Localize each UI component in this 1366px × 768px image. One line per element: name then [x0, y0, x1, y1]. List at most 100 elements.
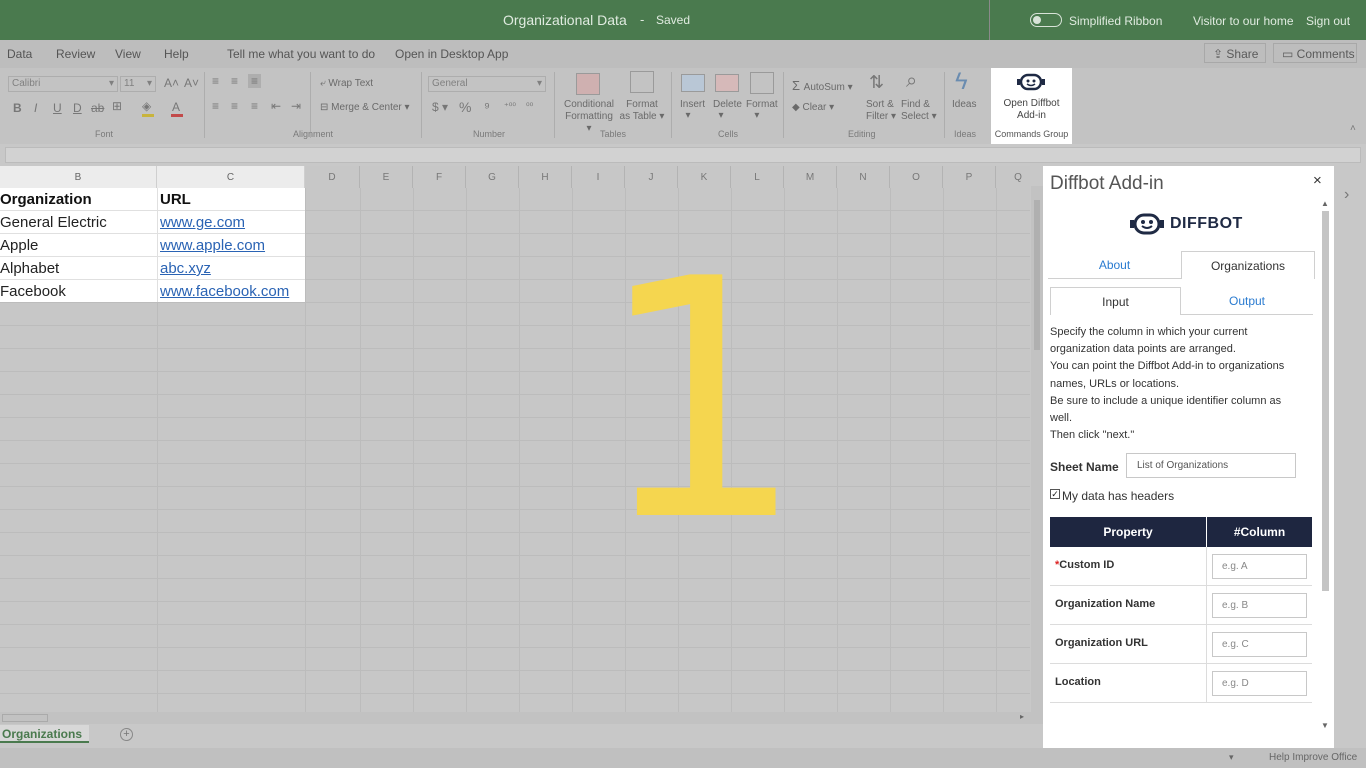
align-center-icon[interactable]: ≡ [231, 99, 238, 113]
org-cell[interactable]: Alphabet [0, 257, 59, 280]
header-cell-url[interactable]: URL [160, 188, 191, 211]
format-as-table-button[interactable]: Format as Table ▾ [618, 99, 666, 123]
url-cell-link[interactable]: www.ge.com [160, 211, 245, 234]
sort-filter-button[interactable]: Sort & Filter ▾ [866, 99, 896, 123]
comma-style-icon[interactable]: ⁹ [484, 99, 490, 115]
column-header-k[interactable]: K [678, 166, 731, 188]
formula-input[interactable] [5, 147, 1361, 163]
align-middle-icon[interactable]: ≡ [231, 74, 238, 88]
comments-button[interactable]: ▭ Comments [1273, 43, 1357, 63]
column-header-n[interactable]: N [837, 166, 890, 188]
scroll-down-icon[interactable]: ▼ [1321, 721, 1329, 730]
sheet-tab-organizations[interactable]: Organizations [0, 725, 89, 743]
share-button[interactable]: ⇪ Share [1204, 43, 1266, 63]
increase-decimal-icon[interactable]: ⁺⁰⁰ [504, 101, 516, 112]
column-header-p[interactable]: P [943, 166, 996, 188]
format-button[interactable]: Format ▾ [746, 99, 778, 121]
increase-indent-icon[interactable]: ⇥ [291, 99, 301, 113]
location-column-input[interactable]: e.g. D [1212, 671, 1307, 696]
italic-icon[interactable]: I [34, 101, 37, 115]
chevron-right-icon[interactable]: › [1344, 186, 1349, 204]
open-diffbot-button[interactable]: Open Diffbot Add-in [991, 98, 1072, 122]
custom-id-column-input[interactable]: e.g. A [1212, 554, 1307, 579]
wrap-text-button[interactable]: ⤶ Wrap Text [320, 78, 373, 89]
column-header-h[interactable]: H [519, 166, 572, 188]
underline-icon[interactable]: U [53, 101, 62, 115]
column-header-c[interactable]: C [157, 166, 305, 188]
column-header-e[interactable]: E [360, 166, 413, 188]
autosum-button[interactable]: Σ AutoSum ▾ [792, 78, 853, 93]
column-header-m[interactable]: M [784, 166, 837, 188]
headers-checkbox-label[interactable]: My data has headers [1062, 489, 1174, 503]
sign-out-link[interactable]: Sign out [1306, 14, 1350, 28]
tab-review[interactable]: Review [56, 47, 95, 61]
tab-output[interactable]: Output [1181, 287, 1313, 315]
shrink-font-icon[interactable]: A˅ [184, 76, 199, 90]
find-select-button[interactable]: Find & Select ▾ [901, 99, 937, 123]
align-right-icon[interactable]: ≡ [251, 99, 258, 113]
number-format-select[interactable]: General ▾ [428, 76, 546, 92]
scrollbar-thumb[interactable] [1322, 211, 1329, 591]
borders-icon[interactable]: ⊞ [112, 99, 122, 113]
scroll-up-icon[interactable]: ▲ [1321, 199, 1329, 208]
strikethrough-icon[interactable]: ab [91, 101, 104, 115]
scrollbar-thumb[interactable] [2, 714, 48, 722]
column-header-j[interactable]: J [625, 166, 678, 188]
open-desktop-app[interactable]: Open in Desktop App [395, 47, 508, 61]
column-header-d[interactable]: D [305, 166, 360, 188]
close-icon[interactable]: × [1313, 172, 1322, 189]
org-cell[interactable]: Apple [0, 234, 38, 257]
tab-help[interactable]: Help [164, 47, 189, 61]
column-header-f[interactable]: F [413, 166, 466, 188]
align-bottom-icon[interactable]: ≡ [248, 74, 262, 88]
tab-data[interactable]: Data [7, 47, 32, 61]
org-cell[interactable]: General Electric [0, 211, 107, 234]
align-left-icon[interactable]: ≡ [212, 99, 219, 113]
scroll-right-icon[interactable]: ▸ [1020, 712, 1024, 721]
tab-input[interactable]: Input [1050, 287, 1181, 315]
column-header-o[interactable]: O [890, 166, 943, 188]
header-cell-organization[interactable]: Organization [0, 188, 92, 211]
decrease-decimal-icon[interactable]: ⁰⁰ [526, 101, 533, 112]
font-color-icon[interactable]: A [172, 100, 180, 114]
grow-font-icon[interactable]: A˄ [164, 76, 179, 90]
headers-checkbox[interactable]: ✓ [1050, 489, 1060, 499]
org-url-column-input[interactable]: e.g. C [1212, 632, 1307, 657]
clear-button[interactable]: ◆ Clear ▾ [792, 102, 834, 113]
url-cell-link[interactable]: abc.xyz [160, 257, 211, 280]
percent-icon[interactable]: % [459, 99, 471, 115]
column-header-b[interactable]: B [0, 166, 157, 188]
column-header-g[interactable]: G [466, 166, 519, 188]
sheet-name-input[interactable]: List of Organizations [1126, 453, 1296, 478]
decrease-indent-icon[interactable]: ⇤ [271, 99, 281, 113]
font-name-select[interactable]: Calibri ▾ [8, 76, 118, 92]
org-name-column-input[interactable]: e.g. B [1212, 593, 1307, 618]
double-underline-icon[interactable]: D [73, 101, 82, 115]
chevron-down-icon[interactable]: ▾ [1229, 752, 1234, 763]
simplified-ribbon-label[interactable]: Simplified Ribbon [1069, 14, 1162, 28]
tab-about[interactable]: About [1048, 251, 1181, 279]
insert-button[interactable]: Insert ▾ [680, 99, 705, 121]
delete-button[interactable]: Delete ▾ [713, 99, 742, 121]
fill-color-icon[interactable]: ◈ [142, 99, 151, 113]
url-cell-link[interactable]: www.facebook.com [160, 280, 289, 303]
ideas-button[interactable]: Ideas [952, 99, 976, 110]
column-header-l[interactable]: L [731, 166, 784, 188]
column-header-q[interactable]: Q [996, 166, 1030, 188]
url-cell-link[interactable]: www.apple.com [160, 234, 265, 257]
grid-vertical-scrollbar[interactable] [1031, 186, 1043, 712]
simplified-ribbon-toggle[interactable] [1030, 13, 1062, 27]
scrollbar-thumb[interactable] [1034, 200, 1040, 350]
tell-me-search[interactable]: Tell me what you want to do [227, 47, 375, 61]
tab-view[interactable]: View [115, 47, 141, 61]
bold-icon[interactable]: B [13, 101, 22, 115]
font-size-select[interactable]: 11 ▾ [120, 76, 156, 92]
align-top-icon[interactable]: ≡ [212, 74, 219, 88]
currency-icon[interactable]: $ ▾ [432, 100, 448, 114]
spreadsheet-grid[interactable]: D E F G H I J K L M N O P Q B C Organiza… [0, 166, 1030, 712]
tab-organizations[interactable]: Organizations [1181, 251, 1315, 279]
org-cell[interactable]: Facebook [0, 280, 66, 303]
column-header-i[interactable]: I [572, 166, 625, 188]
help-improve-office-link[interactable]: Help Improve Office [1269, 752, 1357, 763]
data-range[interactable]: B C Organization URL General Electric ww… [0, 166, 305, 302]
